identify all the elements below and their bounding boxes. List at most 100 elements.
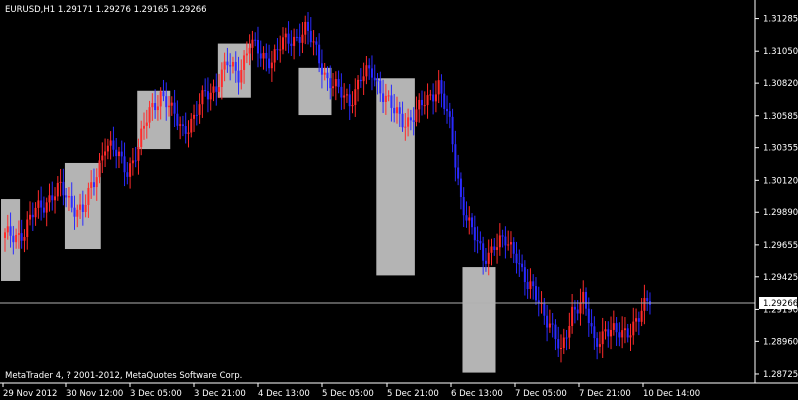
candle-body xyxy=(126,172,129,177)
candle-body xyxy=(92,182,95,188)
candle-body xyxy=(551,323,554,325)
candle-body xyxy=(323,72,326,75)
candle-body xyxy=(259,53,262,59)
candle-body xyxy=(496,247,499,250)
candle-body xyxy=(98,160,101,178)
candle-body xyxy=(56,182,59,197)
candle-body xyxy=(643,298,646,311)
candle-body xyxy=(401,113,404,128)
candle-body xyxy=(468,217,471,221)
candle-body xyxy=(518,263,521,265)
candle-body xyxy=(251,39,254,48)
candle-body xyxy=(231,61,234,67)
candle-body xyxy=(115,149,118,157)
candle-body xyxy=(48,195,51,203)
candle-body xyxy=(362,76,365,82)
price-tick-label: 1.31285 xyxy=(763,15,798,25)
candle-body xyxy=(204,90,207,92)
candle-body xyxy=(256,39,259,54)
candle-body xyxy=(601,331,604,345)
symbol-header: EURUSD,H1 1.29171 1.29276 1.29165 1.2926… xyxy=(5,5,207,15)
candle-body xyxy=(562,337,565,348)
candle-body xyxy=(287,33,290,44)
candle-body xyxy=(348,94,351,107)
candle-body xyxy=(560,347,562,349)
session-box xyxy=(376,78,415,276)
candle-body xyxy=(568,326,571,338)
candle-body xyxy=(585,291,588,309)
candle-body xyxy=(473,227,476,241)
candle-body xyxy=(87,187,90,205)
candle-body xyxy=(423,105,426,107)
candle-body xyxy=(576,309,579,314)
candle-body xyxy=(415,109,418,122)
candle-body xyxy=(282,37,284,50)
candle-body xyxy=(621,330,624,338)
candle-body xyxy=(490,246,493,253)
candle-body xyxy=(432,94,435,102)
candle-body xyxy=(112,140,115,150)
candle-body xyxy=(479,241,482,244)
candle-body xyxy=(326,72,329,79)
candle-body xyxy=(412,120,415,122)
candle-body xyxy=(134,160,137,162)
candle-body xyxy=(262,52,265,59)
candle-body xyxy=(365,65,368,77)
candle-body xyxy=(437,80,440,95)
candle-body xyxy=(4,232,6,238)
candle-body xyxy=(42,207,45,213)
candle-body xyxy=(384,95,387,103)
candle-body xyxy=(131,160,134,164)
candle-body xyxy=(512,242,515,254)
candle-body xyxy=(554,324,557,340)
candle-body xyxy=(407,117,410,127)
candle-body xyxy=(12,235,15,243)
candle-body xyxy=(254,39,257,41)
candle-body xyxy=(73,207,76,217)
candle-body xyxy=(487,252,490,264)
candle-body xyxy=(501,235,504,237)
candle-body xyxy=(290,43,293,46)
price-tick-label: 1.29425 xyxy=(763,273,798,283)
candle-body xyxy=(618,332,621,338)
candle-body xyxy=(268,58,271,69)
time-tick-label: 10 Dec 14:00 xyxy=(643,389,700,399)
candle-body xyxy=(143,125,145,129)
candle-body xyxy=(90,182,93,188)
time-tick-label: 4 Dec 13:00 xyxy=(258,389,310,399)
candle-body xyxy=(223,61,226,70)
candle-body xyxy=(240,69,243,83)
time-tick-label: 6 Dec 13:00 xyxy=(451,389,503,399)
candle-body xyxy=(248,47,251,54)
candle-body xyxy=(307,21,310,31)
candle-body xyxy=(498,235,501,248)
candle-body xyxy=(54,196,57,201)
copyright-text: MetaTrader 4, ? 2001-2012, MetaQuotes So… xyxy=(5,371,242,381)
candle-body xyxy=(31,214,34,218)
candle-body xyxy=(359,79,362,82)
candle-body xyxy=(276,49,279,51)
candle-body xyxy=(154,103,157,111)
candle-body xyxy=(546,315,549,328)
candle-body xyxy=(607,329,610,337)
candle-body xyxy=(101,155,104,161)
candle-body xyxy=(201,90,204,105)
candle-body xyxy=(543,303,546,316)
candle-body xyxy=(320,63,323,75)
candle-body xyxy=(179,124,182,126)
candle-body xyxy=(187,132,190,134)
candle-body xyxy=(379,80,382,94)
candle-body xyxy=(429,94,432,96)
candle-body xyxy=(170,102,173,106)
chart-area[interactable]: 1.31285 1.31050 1.30820 1.30585 1.30355 1.301… xyxy=(0,0,798,400)
candle-body xyxy=(629,335,632,338)
candle-body xyxy=(151,103,154,108)
candle-body xyxy=(37,200,40,208)
candle-body xyxy=(40,200,43,208)
candle-body xyxy=(421,99,423,106)
candle-body xyxy=(20,233,23,241)
candle-body xyxy=(598,344,601,347)
candle-body xyxy=(301,34,304,43)
candle-body xyxy=(337,79,340,87)
candle-body xyxy=(243,55,246,70)
